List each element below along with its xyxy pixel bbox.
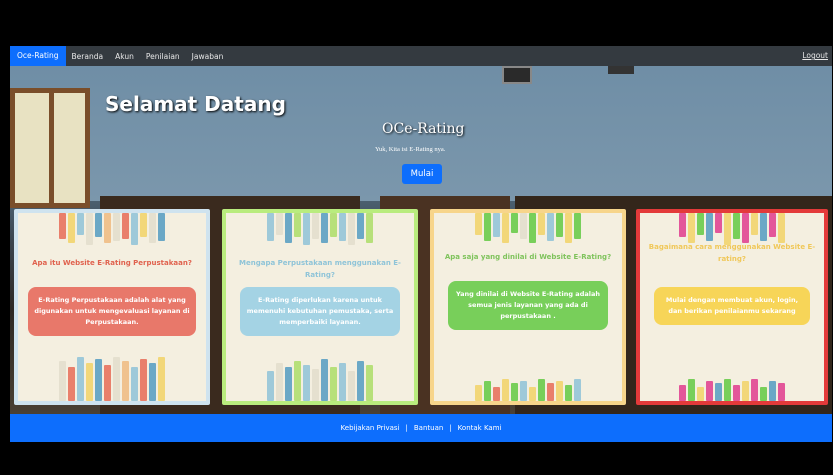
info-card: Bagaimana cara menggunakan Website E-rat… (636, 209, 828, 405)
background-window (10, 88, 90, 208)
footer-separator: | (405, 424, 408, 432)
card-question: Apa saja yang dinilai di Website E-Ratin… (444, 253, 612, 261)
books-decoration (18, 213, 206, 249)
books-decoration (226, 355, 414, 401)
card-question: Bagaimana cara menggunakan Website E-rat… (648, 243, 816, 263)
card-question: Mengapa Perpustakaan menggunakan E-Ratin… (239, 259, 401, 279)
app-frame: Oce-Rating Beranda Akun Penilaian Jawaba… (10, 46, 832, 442)
footer-link-privacy[interactable]: Kebijakan Privasi (341, 424, 400, 432)
footer-separator: | (449, 424, 452, 432)
footer-link-help[interactable]: Bantuan (414, 424, 443, 432)
footer: Kebijakan Privasi | Bantuan | Kontak Kam… (10, 414, 832, 442)
start-button[interactable]: Mulai (402, 164, 442, 184)
card-answer: Yang dinilai di Website E-Rating adalah … (448, 281, 608, 330)
card-question: Apa itu Website E-Rating Perpustakaan? (32, 259, 192, 267)
app-title: OCe-Rating (382, 121, 465, 137)
nav-item-jawaban[interactable]: Jawaban (186, 52, 230, 61)
wall-picture (502, 66, 532, 84)
app-subtitle: Yuk, Kita isi E-Rating nya. (375, 146, 446, 153)
card-answer: E-Rating Perpustakaan adalah alat yang d… (28, 287, 196, 336)
info-card: Apa itu Website E-Rating Perpustakaan? E… (14, 209, 210, 405)
welcome-heading: Selamat Datang (105, 92, 286, 116)
info-card: Mengapa Perpustakaan menggunakan E-Ratin… (222, 209, 418, 405)
nav-item-akun[interactable]: Akun (109, 52, 140, 61)
card-answer: E-Rating diperlukan karena untuk memenuh… (240, 287, 400, 336)
card-answer: Mulai dengan membuat akun, login, dan be… (654, 287, 810, 325)
books-decoration (226, 213, 414, 249)
logout-link[interactable]: Logout (802, 51, 828, 60)
nav-brand[interactable]: Oce-Rating (10, 46, 66, 66)
books-decoration (434, 213, 622, 249)
books-decoration (434, 355, 622, 401)
books-decoration (18, 355, 206, 401)
hero-section: Selamat Datang OCe-Rating Yuk, Kita isi … (10, 66, 832, 414)
nav-item-beranda[interactable]: Beranda (66, 52, 110, 61)
info-card: Apa saja yang dinilai di Website E-Ratin… (430, 209, 626, 405)
wall-picture (608, 66, 634, 74)
nav-item-penilaian[interactable]: Penilaian (140, 52, 186, 61)
books-decoration (640, 355, 824, 401)
footer-link-contact[interactable]: Kontak Kami (458, 424, 502, 432)
navbar: Oce-Rating Beranda Akun Penilaian Jawaba… (10, 46, 832, 66)
